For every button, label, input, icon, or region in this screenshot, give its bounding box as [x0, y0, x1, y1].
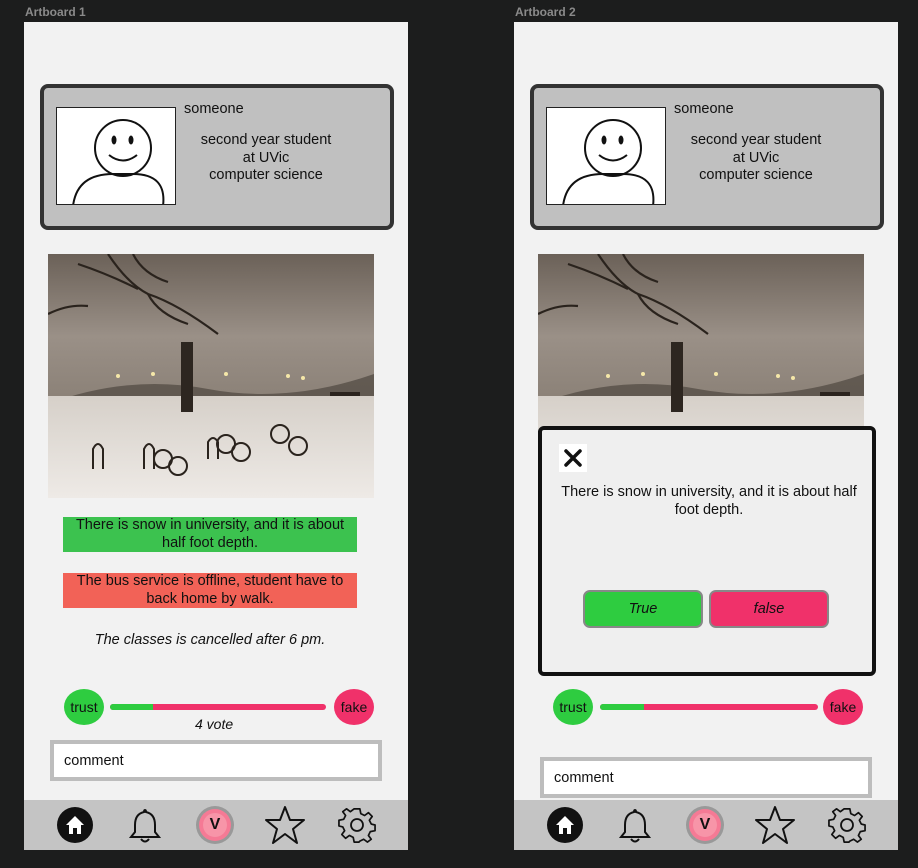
artboard-2: someone second year student at UVic comp… — [514, 22, 898, 850]
claim-true[interactable]: There is snow in university, and it is a… — [63, 517, 357, 552]
bell-icon — [618, 808, 652, 843]
modal-false-button[interactable]: false — [709, 590, 829, 628]
comment-input[interactable]: comment — [540, 757, 872, 798]
profile-card: someone second year student at UVic comp… — [530, 84, 884, 230]
modal-true-button[interactable]: True — [583, 590, 703, 628]
nav-notifications[interactable] — [124, 804, 166, 846]
close-icon — [564, 449, 582, 467]
star-icon — [755, 806, 795, 844]
avatar — [546, 107, 666, 205]
nav-notifications[interactable] — [614, 804, 656, 846]
nav-v-logo[interactable]: V — [684, 804, 726, 846]
artboard-2-label: Artboard 2 — [515, 5, 576, 19]
profile-major: computer science — [699, 167, 813, 183]
vote-progress-fill — [110, 704, 154, 710]
gear-icon — [828, 807, 866, 843]
profile-info: second year student at UVic computer sci… — [176, 132, 356, 185]
profile-year: second year student — [200, 132, 332, 148]
claim-false[interactable]: The bus service is offline, student have… — [63, 573, 357, 608]
profile-name: someone — [674, 101, 734, 117]
profile-card: someone second year student at UVic comp… — [40, 84, 394, 230]
profile-info: second year student at UVic computer sci… — [666, 132, 846, 185]
fake-button[interactable]: fake — [823, 689, 863, 725]
artboard-1-label: Artboard 1 — [25, 5, 86, 19]
bottom-nav: V — [514, 800, 898, 850]
profile-school: at UVic — [242, 149, 290, 166]
vote-progress-bar — [110, 704, 326, 710]
nav-favorites[interactable] — [264, 804, 306, 846]
home-icon — [547, 807, 583, 843]
vote-count: 4 vote — [195, 716, 234, 732]
profile-school: at UVic — [732, 149, 780, 166]
vote-progress-fill — [600, 704, 644, 710]
smiley-avatar-icon — [72, 119, 165, 204]
modal-close-button[interactable] — [559, 444, 587, 472]
avatar — [56, 107, 176, 205]
nav-v-logo[interactable]: V — [194, 804, 236, 846]
profile-major: computer science — [209, 167, 323, 183]
bottom-nav: V — [24, 800, 408, 850]
bell-icon — [128, 808, 162, 843]
snow-campus-photo — [48, 254, 374, 498]
vote-progress-bar — [600, 704, 818, 710]
comment-input[interactable]: comment — [50, 740, 382, 781]
trust-button[interactable]: trust — [553, 689, 593, 725]
profile-year: second year student — [690, 132, 822, 148]
trust-button[interactable]: trust — [64, 689, 104, 725]
nav-settings[interactable] — [826, 804, 868, 846]
nav-home[interactable] — [54, 804, 96, 846]
claim-neutral[interactable]: The classes is cancelled after 6 pm. — [63, 632, 357, 652]
fake-button[interactable]: fake — [334, 689, 374, 725]
home-icon — [57, 807, 93, 843]
nav-home[interactable] — [544, 804, 586, 846]
verify-modal: There is snow in university, and it is a… — [538, 426, 876, 676]
gear-icon — [338, 807, 376, 843]
smiley-avatar-icon — [562, 119, 655, 204]
nav-settings[interactable] — [336, 804, 378, 846]
modal-claim-text: There is snow in university, and it is a… — [561, 484, 857, 518]
v-logo-label: V — [209, 816, 221, 833]
nav-favorites[interactable] — [754, 804, 796, 846]
profile-name: someone — [184, 101, 244, 117]
artboard-1: someone second year student at UVic comp… — [24, 22, 408, 850]
star-icon — [265, 806, 305, 844]
v-logo-label: V — [699, 816, 711, 833]
